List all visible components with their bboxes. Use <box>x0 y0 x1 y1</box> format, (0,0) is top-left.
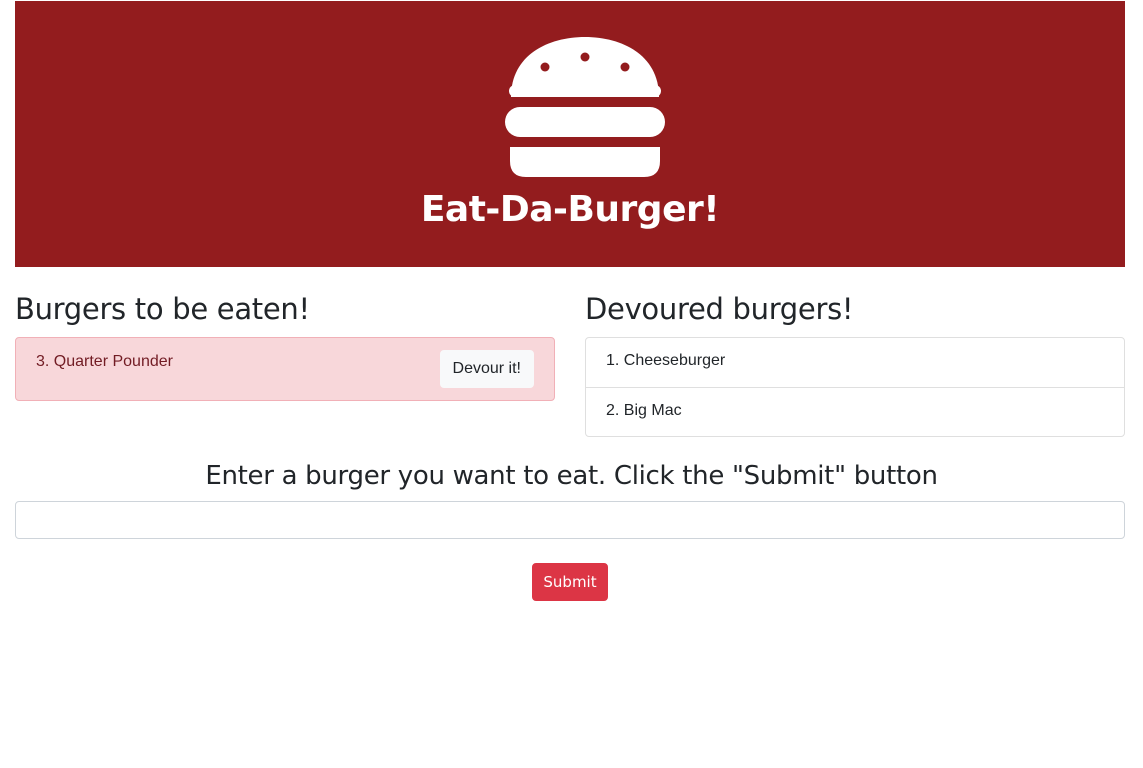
pending-burgers-title: Burgers to be eaten! <box>15 292 310 326</box>
devoured-burger-item: 1. Cheeseburger <box>606 352 726 369</box>
app-title: Eat-Da-Burger! <box>420 189 720 230</box>
submit-button[interactable]: Submit <box>532 563 608 601</box>
pending-burger-item: 3. Quarter Pounder Devour it! <box>15 337 555 401</box>
hamburger-icon <box>505 37 665 177</box>
burger-name: 3. Quarter Pounder <box>36 353 173 370</box>
form-instructions: Enter a burger you want to eat. Click th… <box>205 461 938 491</box>
burger-name-input[interactable] <box>15 501 1125 539</box>
devoured-burgers-list: 1. Cheeseburger 2. Big Mac <box>585 337 1125 437</box>
header-banner: Eat-Da-Burger! <box>15 1 1125 267</box>
devour-button[interactable]: Devour it! <box>439 350 534 388</box>
devoured-burger-item: 2. Big Mac <box>586 387 1124 436</box>
pending-burgers-list: 3. Quarter Pounder Devour it! <box>15 337 555 401</box>
devoured-burgers-title: Devoured burgers! <box>585 292 854 326</box>
